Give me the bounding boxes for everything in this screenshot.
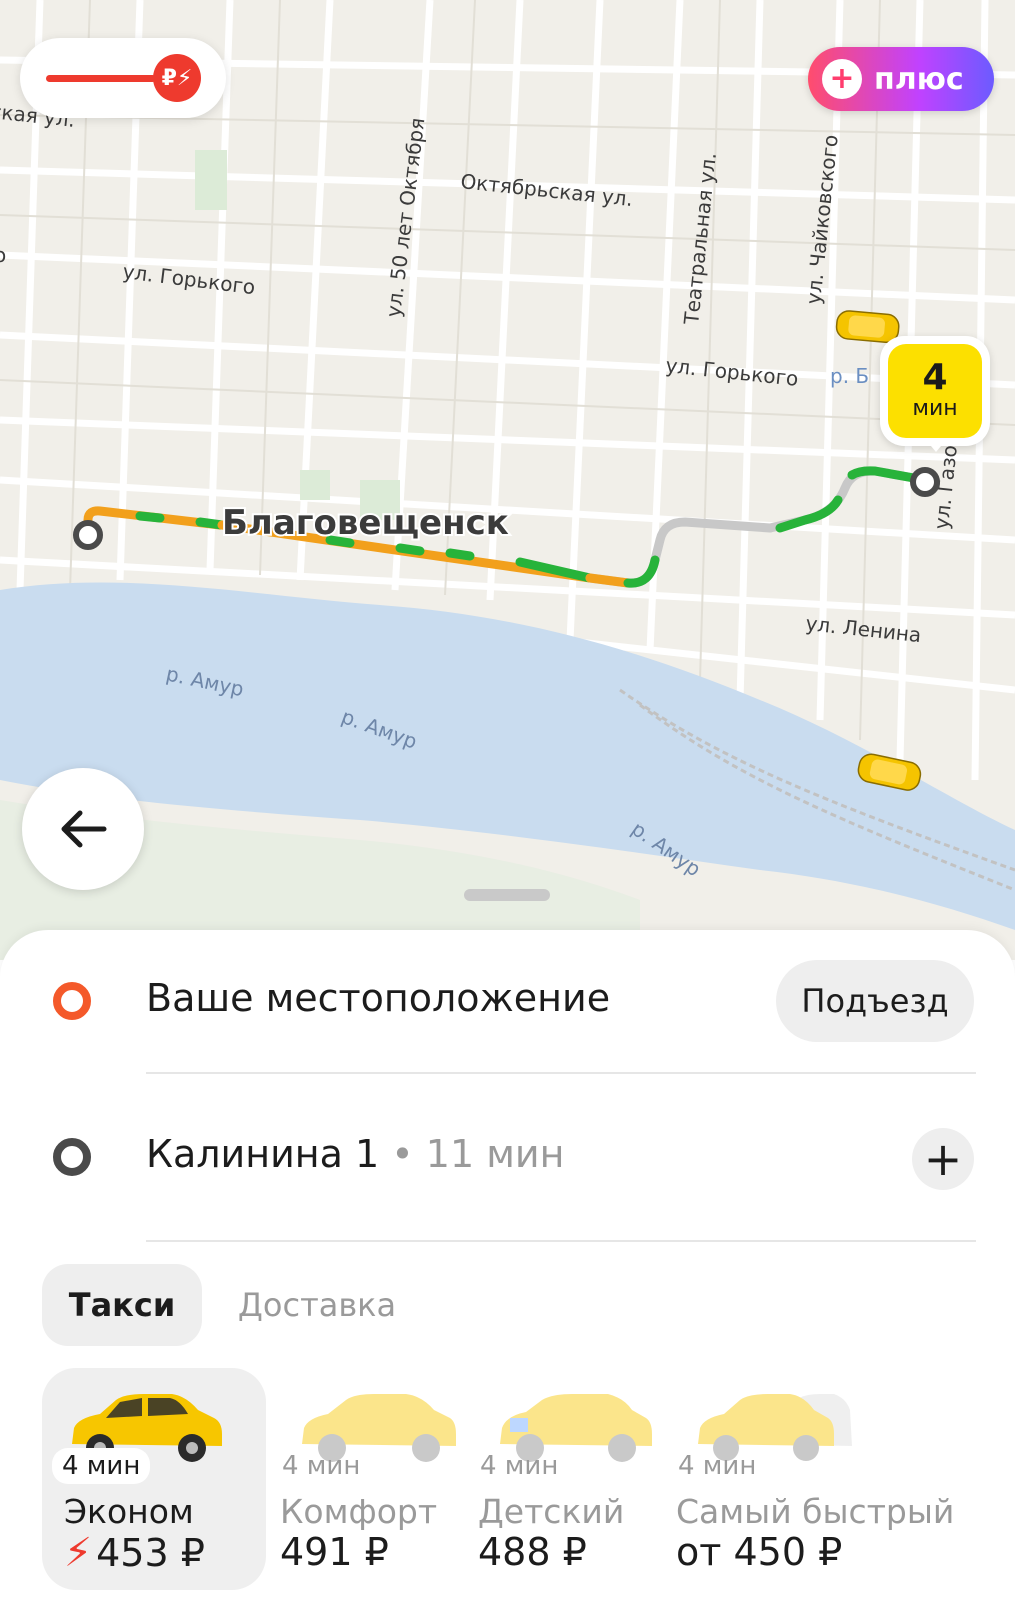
divider <box>146 1240 976 1242</box>
origin-dot-icon <box>53 982 91 1020</box>
eta-value: 4 <box>922 356 948 398</box>
taxi-car-icon <box>835 310 900 344</box>
city-label: Благовещенск <box>222 503 509 543</box>
tariff-card-econom[interactable]: 4 мин Эконом ⚡ 453 ₽ <box>42 1368 266 1590</box>
trip-duration: 11 мин <box>425 1132 565 1176</box>
eta-bubble-tail <box>926 440 946 452</box>
surge-track <box>46 75 156 82</box>
entrance-button[interactable]: Подъезд <box>776 960 974 1042</box>
tariff-price: 488 ₽ <box>478 1530 587 1574</box>
add-stop-button[interactable]: + <box>912 1128 974 1190</box>
destination-dot-icon <box>53 1138 91 1176</box>
tariff-eta: 4 мин <box>678 1451 757 1481</box>
tariff-name: Детский <box>478 1492 625 1531</box>
tariff-card-comfort[interactable]: 4 мин Комфорт 491 ₽ <box>276 1368 500 1590</box>
tariff-name: Самый быстрый <box>676 1492 955 1531</box>
divider <box>146 1072 976 1074</box>
eta-bubble: 4 мин <box>880 336 990 446</box>
ruble-bolt-icon: ₽⚡ <box>153 54 201 102</box>
eta-unit: мин <box>912 395 958 421</box>
surge-indicator[interactable]: ₽⚡ <box>20 38 226 118</box>
tariff-name: Эконом <box>64 1492 194 1531</box>
separator-dot: • <box>391 1132 414 1176</box>
tariff-price-value: 453 ₽ <box>96 1531 205 1575</box>
route-start-marker <box>73 520 103 550</box>
tariff-eta: 4 мин <box>480 1451 559 1481</box>
tariff-price: ⚡ 453 ₽ <box>64 1530 205 1576</box>
destination-address[interactable]: Калинина 1 • 11 мин <box>146 1132 564 1176</box>
surge-bolt-icon: ⚡ <box>64 1530 93 1576</box>
sheet-grabber[interactable] <box>464 889 550 901</box>
destination-label: Калинина 1 <box>146 1132 380 1176</box>
plus-label: плюс <box>874 61 964 97</box>
origin-address[interactable]: Ваше местоположение <box>146 976 610 1020</box>
plus-subscription-button[interactable]: + плюс <box>808 47 994 111</box>
tariff-price: 491 ₽ <box>280 1530 389 1574</box>
tariff-card-fastest[interactable]: 4 мин Самый быстрый от 450 ₽ <box>672 1368 1002 1590</box>
tariff-eta: 4 мин <box>52 1448 151 1484</box>
plus-icon: + <box>822 59 862 99</box>
tariff-eta: 4 мин <box>282 1451 361 1481</box>
arrow-left-icon <box>61 810 107 848</box>
back-button[interactable] <box>22 768 144 890</box>
tab-delivery[interactable]: Доставка <box>232 1264 402 1346</box>
tariff-card-child[interactable]: 4 мин Детский 488 ₽ <box>474 1368 698 1590</box>
map[interactable]: ская ул. ул. 50 лет Октября Октябрьская … <box>0 0 1015 960</box>
street-label: о <box>0 243 6 267</box>
street-label: р. Б <box>830 364 869 388</box>
tariff-name: Комфорт <box>280 1492 438 1531</box>
route-end-marker <box>910 467 940 497</box>
tariff-price: от 450 ₽ <box>676 1530 843 1574</box>
tab-taxi[interactable]: Такси <box>42 1264 202 1346</box>
